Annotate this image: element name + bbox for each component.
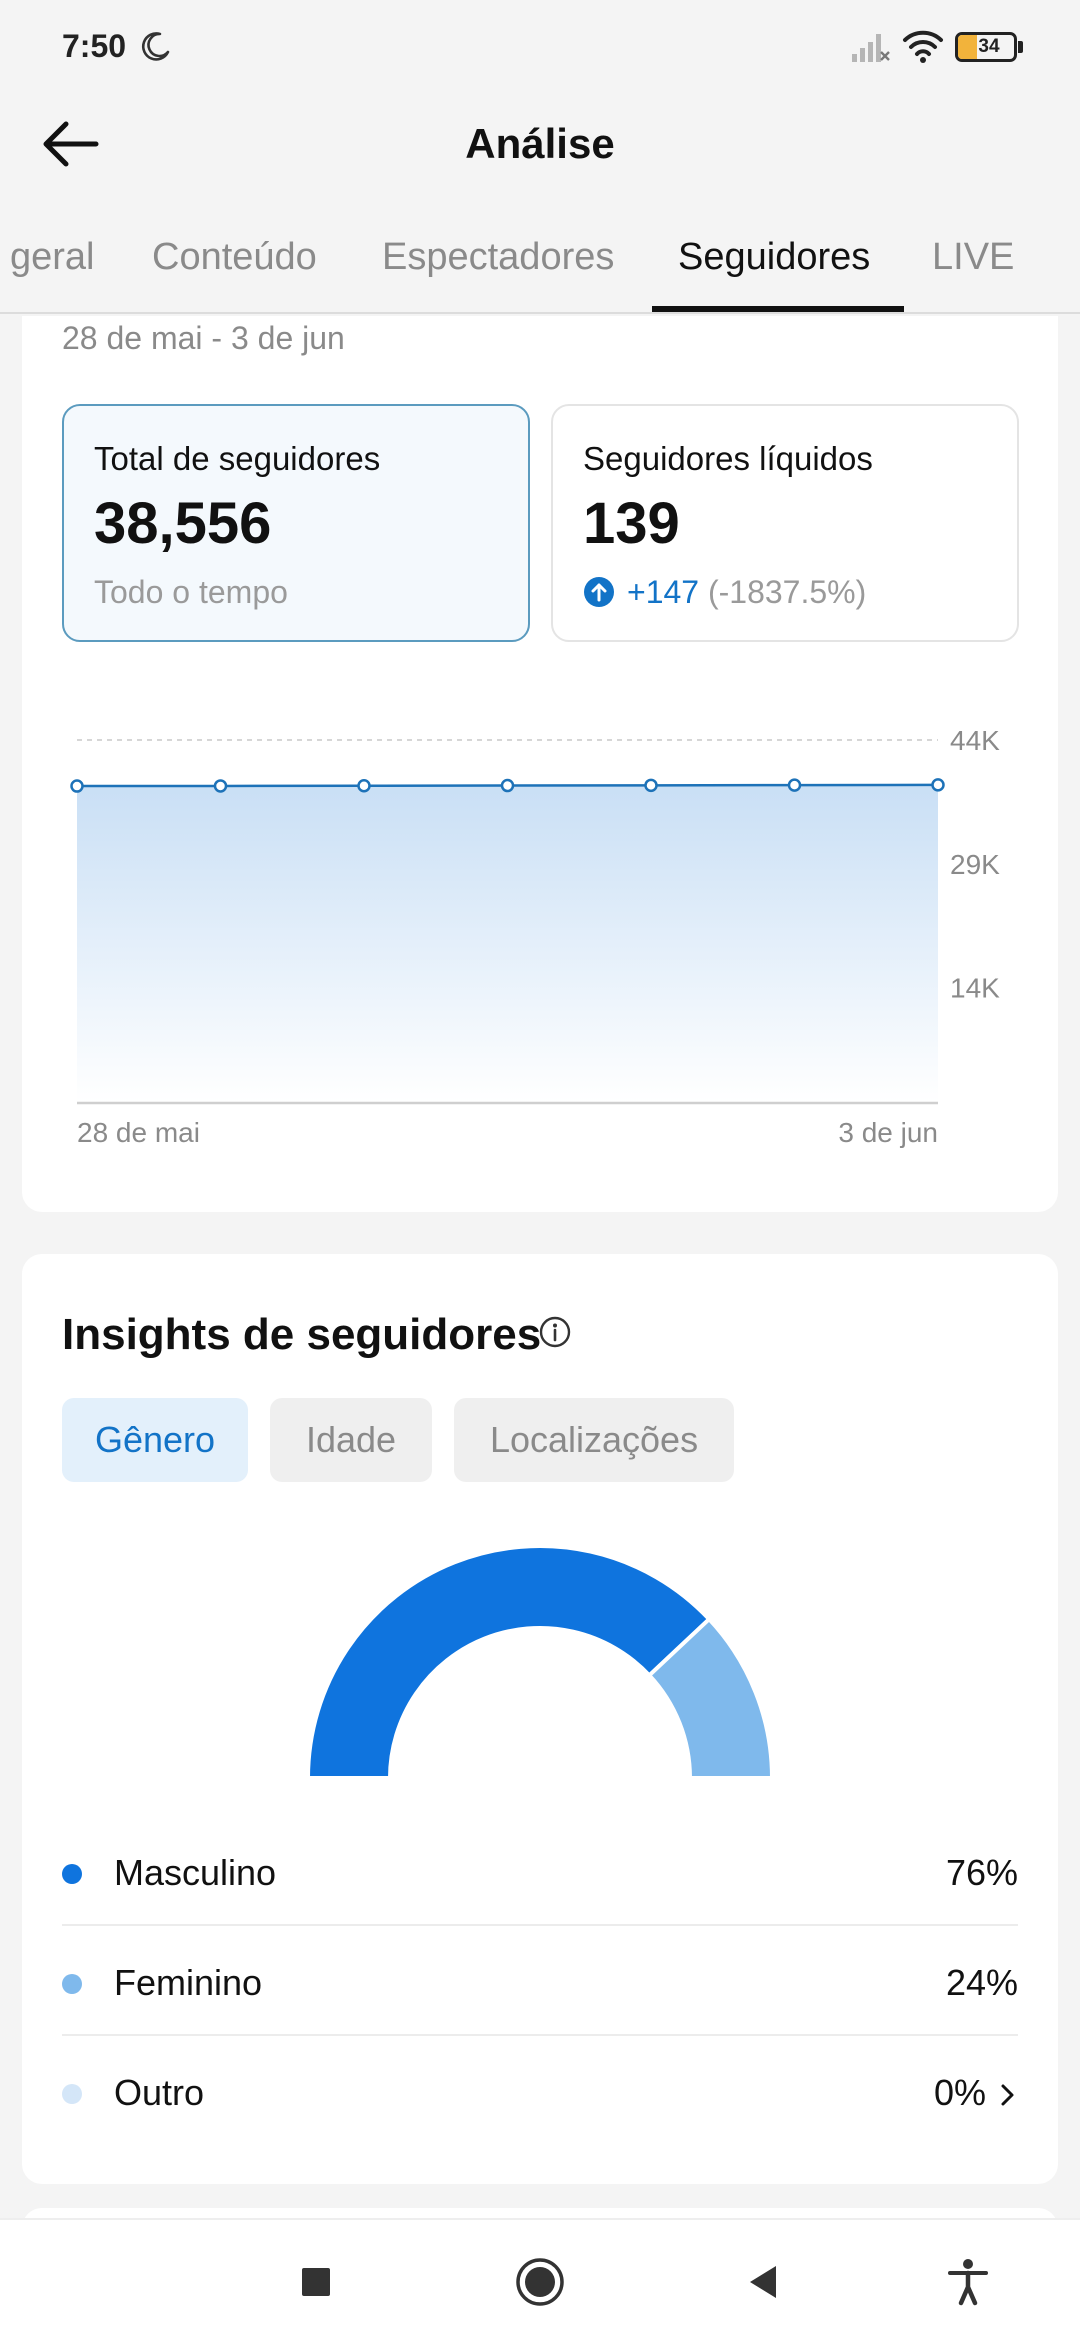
metric-net-followers[interactable]: Seguidores líquidos 139 +147 (-1837.5%) xyxy=(551,404,1019,642)
legend-row-male: Masculino 76% xyxy=(62,1816,1018,1926)
signal-icon xyxy=(852,34,890,62)
arrow-up-circle-icon xyxy=(584,577,614,607)
data-point[interactable] xyxy=(500,778,515,793)
legend-value: 24% xyxy=(945,1962,1018,2003)
metric-change: +147 (-1837.5%) xyxy=(583,574,866,611)
x-tick-label: 28 de mai xyxy=(77,1117,200,1148)
tab-seguidores[interactable]: Seguidores xyxy=(678,236,870,279)
legend-dot xyxy=(62,1974,82,1994)
metric-label: Total de seguidores xyxy=(94,440,381,477)
legend-row-female: Feminino 24% xyxy=(62,1926,1018,2036)
legend-dot xyxy=(62,1864,82,1884)
data-point[interactable] xyxy=(644,778,658,793)
battery-level: 34 xyxy=(978,36,1000,57)
tab-live[interactable]: LIVE xyxy=(932,236,1014,279)
metric-label: Seguidores líquidos xyxy=(583,440,873,477)
x-tick-label: 3 de jun xyxy=(838,1117,938,1148)
system-nav-bar xyxy=(0,2218,1080,2340)
app-header: Análise xyxy=(0,90,1080,198)
chip-gender[interactable]: Gênero xyxy=(62,1398,248,1482)
data-point[interactable] xyxy=(213,779,228,793)
y-tick-label: 44K xyxy=(950,725,1000,756)
metric-value: 139 xyxy=(583,491,680,556)
legend-label: Outro xyxy=(114,2072,205,2113)
change-value: +147 xyxy=(627,574,700,610)
info-icon[interactable] xyxy=(538,1315,572,1349)
tab-conteudo[interactable]: Conteúdo xyxy=(152,236,317,279)
y-tick-label: 29K xyxy=(950,849,1000,880)
metric-total-followers[interactable]: Total de seguidores 38,556 Todo o tempo xyxy=(62,404,530,642)
change-percent: (-1837.5%) xyxy=(707,574,867,610)
home-circle-icon[interactable] xyxy=(514,2256,566,2308)
status-bar: 7:50 34 xyxy=(0,0,1080,90)
status-time: 7:50 xyxy=(62,28,127,64)
date-range: 28 de mai - 3 de jun xyxy=(62,320,345,356)
chip-locations[interactable]: Localizações xyxy=(454,1398,734,1482)
metric-period: Todo o tempo xyxy=(94,574,288,610)
section-title: Insights de seguidores xyxy=(62,1310,542,1359)
back-triangle-icon[interactable] xyxy=(738,2256,790,2308)
recents-square-icon[interactable] xyxy=(290,2256,342,2308)
followers-line-chart: 44K 29K 14K 28 de mai 3 de jun xyxy=(70,725,1000,1148)
tab-espectadores[interactable]: Espectadores xyxy=(382,236,614,279)
chevron-right-icon[interactable] xyxy=(998,2080,1018,2110)
legend-label: Feminino xyxy=(114,1962,263,2003)
data-point[interactable] xyxy=(70,779,84,793)
chart-area xyxy=(77,784,938,1103)
legend-dot xyxy=(62,2084,82,2104)
page-title: Análise xyxy=(465,120,615,167)
active-tab-indicator xyxy=(652,306,904,312)
battery-icon: 34 xyxy=(955,32,1023,62)
moon-icon xyxy=(141,32,170,61)
accessibility-icon[interactable] xyxy=(942,2256,994,2308)
tab-geral[interactable]: geral xyxy=(10,236,95,279)
data-point[interactable] xyxy=(787,778,802,792)
metric-value: 38,556 xyxy=(94,491,272,556)
gender-half-donut-chart xyxy=(305,1544,775,1780)
donut-slice-masculino xyxy=(305,1544,712,1780)
legend-value: 0% xyxy=(933,2072,986,2113)
y-tick-label: 14K xyxy=(950,973,1000,1004)
legend-value: 76% xyxy=(945,1852,1018,1893)
chip-age[interactable]: Idade xyxy=(270,1398,432,1482)
legend-label: Masculino xyxy=(114,1852,277,1893)
wifi-icon xyxy=(903,30,943,63)
data-point[interactable] xyxy=(931,778,945,792)
legend-row-other[interactable]: Outro 0% xyxy=(62,2036,1018,2146)
tab-bar: geral Conteúdo Espectadores Seguidores L… xyxy=(0,222,1080,314)
data-point[interactable] xyxy=(357,779,371,793)
